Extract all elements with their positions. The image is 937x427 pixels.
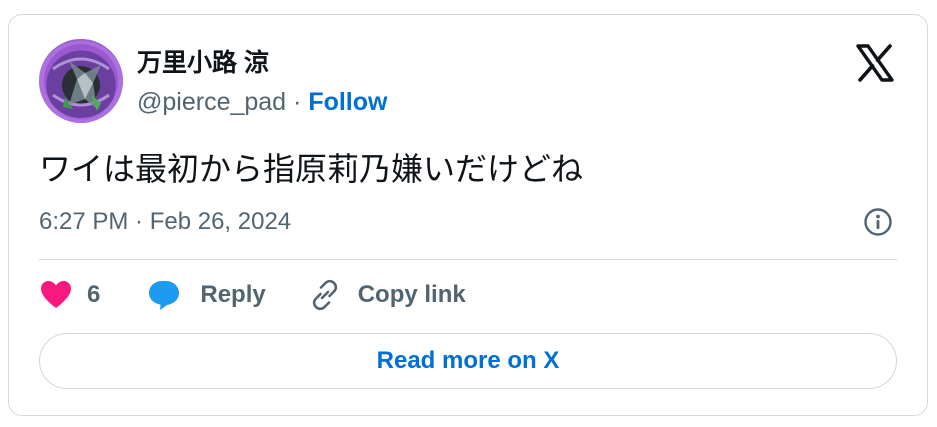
avatar[interactable] bbox=[39, 39, 123, 123]
speech-bubble-icon bbox=[146, 277, 182, 313]
follow-link[interactable]: Follow bbox=[308, 88, 387, 116]
like-button[interactable]: 6 bbox=[39, 278, 146, 312]
copy-link-label: Copy link bbox=[357, 281, 466, 308]
heart-icon bbox=[39, 278, 73, 312]
like-count: 6 bbox=[87, 281, 101, 308]
divider bbox=[39, 259, 897, 260]
x-logo-icon[interactable] bbox=[855, 43, 895, 83]
action-bar: 6 Reply Copy link bbox=[39, 277, 466, 313]
tweet-embed-card: 万里小路 涼 @pierce_pad · Follow ワイは最初から指原莉乃嫌… bbox=[8, 14, 928, 416]
tweet-text: ワイは最初から指原莉乃嫌いだけどね bbox=[39, 151, 584, 187]
handle-separator: · bbox=[286, 88, 309, 116]
author-display-name[interactable]: 万里小路 涼 bbox=[137, 48, 269, 78]
link-icon bbox=[308, 278, 342, 312]
tweet-timestamp[interactable]: 6:27 PM · Feb 26, 2024 bbox=[39, 207, 291, 237]
read-more-label: Read more on X bbox=[376, 347, 560, 374]
copy-link-button[interactable]: Copy link bbox=[308, 278, 466, 312]
reply-button[interactable]: Reply bbox=[146, 277, 307, 313]
reply-label: Reply bbox=[200, 281, 266, 308]
info-icon[interactable] bbox=[863, 207, 893, 237]
author-handle-row: @pierce_pad · Follow bbox=[137, 87, 387, 117]
read-more-button[interactable]: Read more on X bbox=[39, 333, 897, 389]
author-handle[interactable]: @pierce_pad bbox=[137, 88, 286, 116]
